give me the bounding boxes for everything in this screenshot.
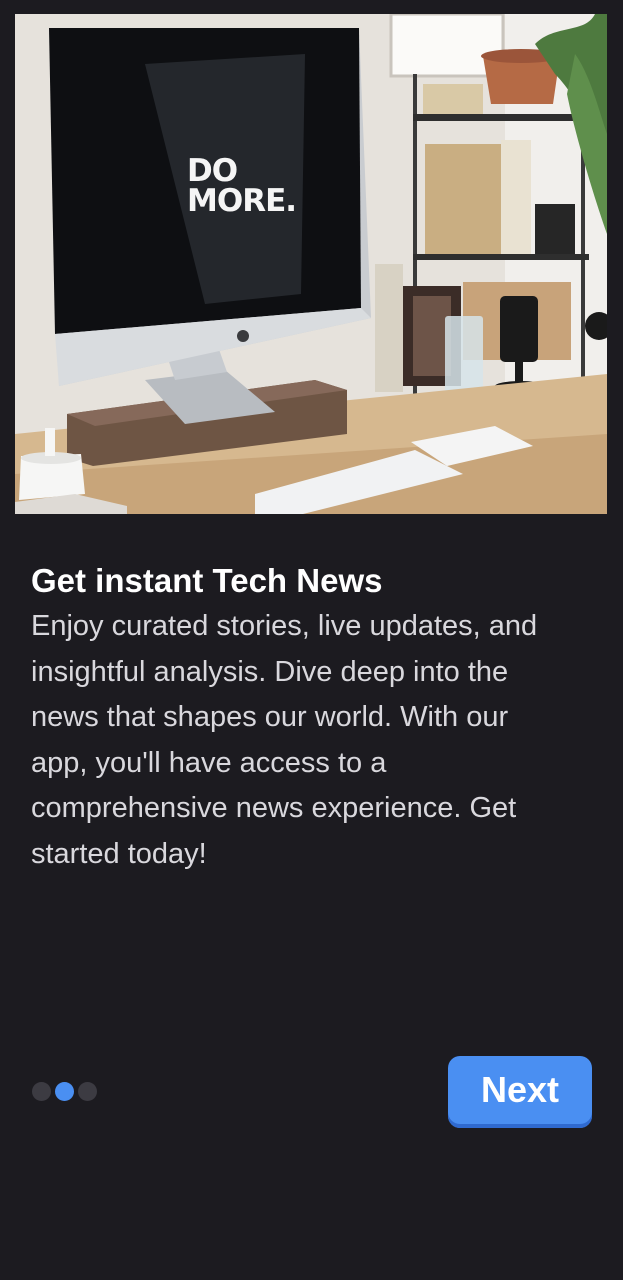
page-title: Get instant Tech News — [31, 562, 383, 599]
screen-slogan-line1: DO — [187, 153, 238, 189]
page-dot-active — [55, 1082, 74, 1101]
page-indicator — [32, 1082, 97, 1101]
next-button[interactable]: Next — [448, 1056, 592, 1128]
page-dot — [32, 1082, 51, 1101]
description-text: Enjoy curated stories, live updates, and… — [31, 610, 538, 870]
screen-slogan-line2: MORE. — [187, 183, 297, 219]
page-dot — [78, 1082, 97, 1101]
hero-image: DO MORE. — [15, 14, 607, 514]
screen-slogan: DO MORE. — [187, 153, 297, 219]
